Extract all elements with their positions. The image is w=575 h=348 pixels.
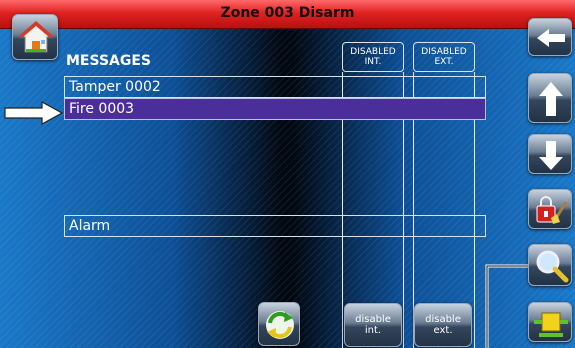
refresh-icon (266, 311, 294, 339)
alarm-panel-screen: Zone 003 Disarm MESSAGES DISABLED INT. D… (0, 0, 575, 348)
refresh-button[interactable] (258, 302, 300, 346)
disable-int-button[interactable]: disable int. (344, 303, 402, 347)
disable-ext-button[interactable]: disable ext. (414, 303, 472, 347)
disable-int-button-label: disable int. (355, 314, 391, 336)
disable-ext-button-label: disable ext. (425, 314, 461, 336)
callout-line (485, 264, 528, 348)
